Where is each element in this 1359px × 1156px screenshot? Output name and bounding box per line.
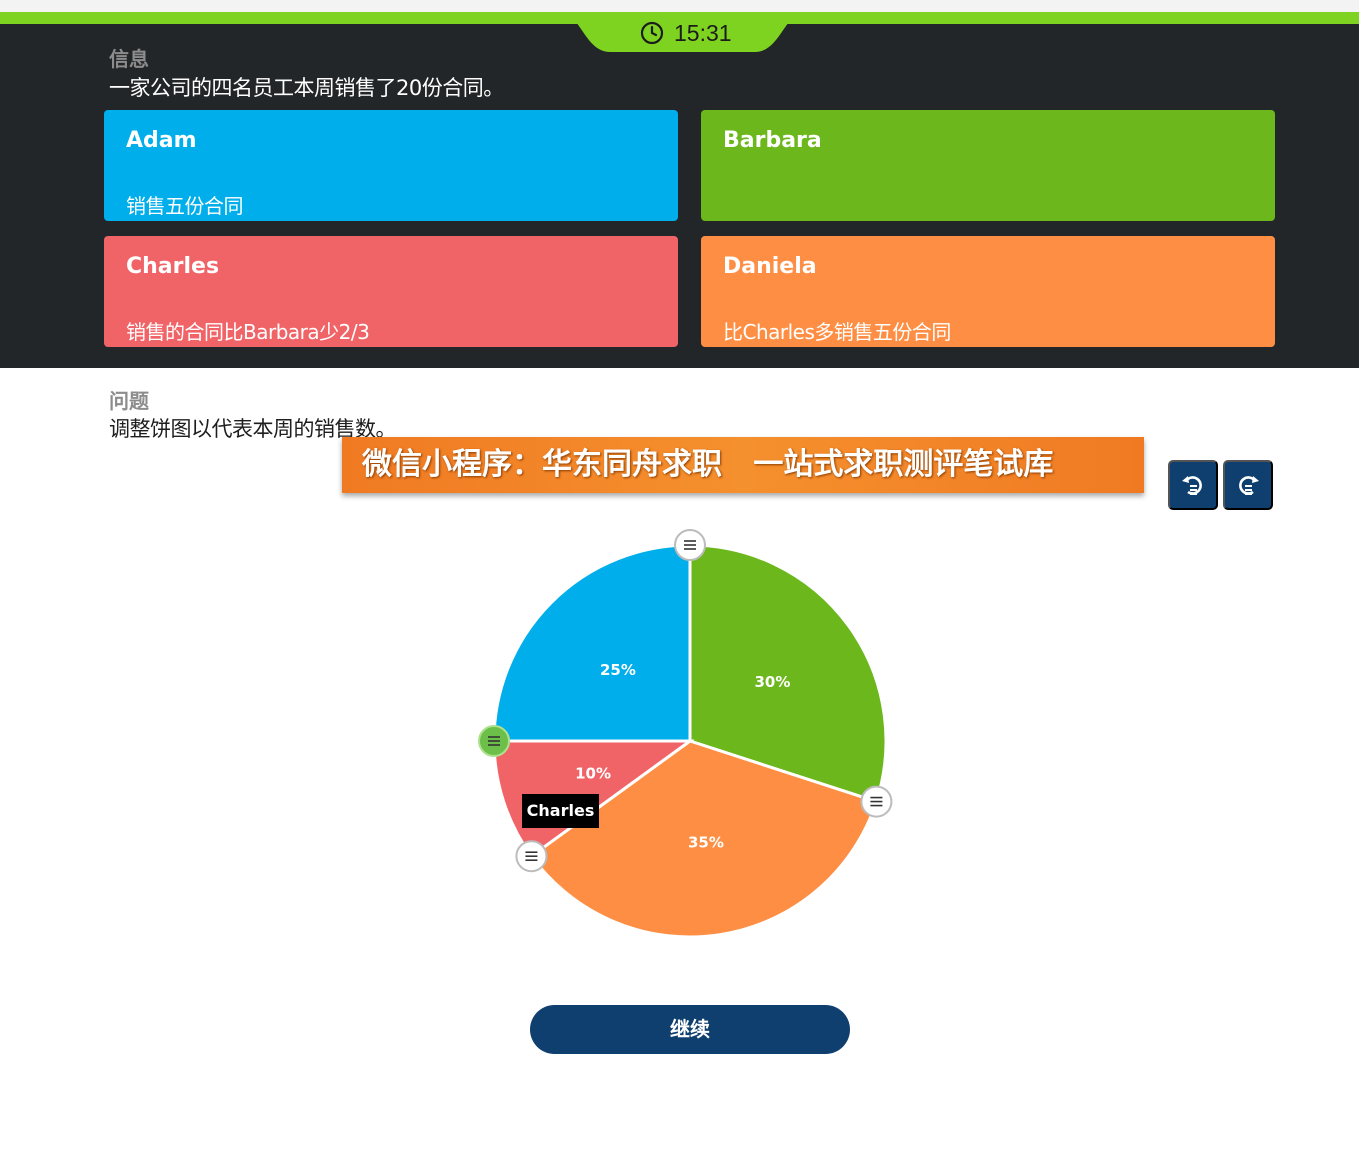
card-name: Daniela <box>723 254 817 279</box>
card-charles: Charles 销售的合同比Barbara少2/3 <box>104 236 678 347</box>
undo-button[interactable] <box>1168 460 1218 510</box>
slice-label-adam: 25% <box>600 661 636 679</box>
timer-value: 15:31 <box>674 19 732 46</box>
card-desc: 销售的合同比Barbara少2/3 <box>126 320 370 344</box>
slice-label-charles: 10% <box>575 764 611 782</box>
undo-icon <box>1182 476 1202 495</box>
question-label: 问题 <box>109 389 149 413</box>
slice-tooltip: Charles <box>522 794 599 828</box>
slice-label-barbara: 30% <box>755 673 791 691</box>
info-label: 信息 <box>109 47 149 71</box>
card-name: Barbara <box>723 128 822 153</box>
clock-icon <box>640 21 664 45</box>
info-text: 一家公司的四名员工本周销售了20份合同。 <box>109 76 504 100</box>
card-barbara: Barbara <box>701 110 1275 221</box>
drag-handle-charles[interactable] <box>478 725 510 757</box>
drag-handle-daniela[interactable] <box>515 840 548 873</box>
redo-icon <box>1239 476 1259 495</box>
card-desc: 销售五份合同 <box>126 194 244 218</box>
drag-handle-barbara[interactable] <box>860 785 893 818</box>
continue-button[interactable]: 继续 <box>530 1005 850 1054</box>
slice-label-daniela: 35% <box>688 834 724 852</box>
redo-button[interactable] <box>1223 460 1273 510</box>
card-name: Adam <box>126 128 197 153</box>
timer: 15:31 <box>640 18 732 48</box>
pie-slice-adam[interactable] <box>492 543 692 743</box>
card-name: Charles <box>126 254 220 279</box>
top-strip <box>0 0 1359 12</box>
card-adam: Adam 销售五份合同 <box>104 110 678 221</box>
card-daniela: Daniela 比Charles多销售五份合同 <box>701 236 1275 347</box>
drag-handle-adam[interactable] <box>674 529 706 561</box>
card-desc: 比Charles多销售五份合同 <box>723 320 951 344</box>
watermark-banner: 微信小程序：华东同舟求职 一站式求职测评笔试库 <box>342 437 1144 493</box>
